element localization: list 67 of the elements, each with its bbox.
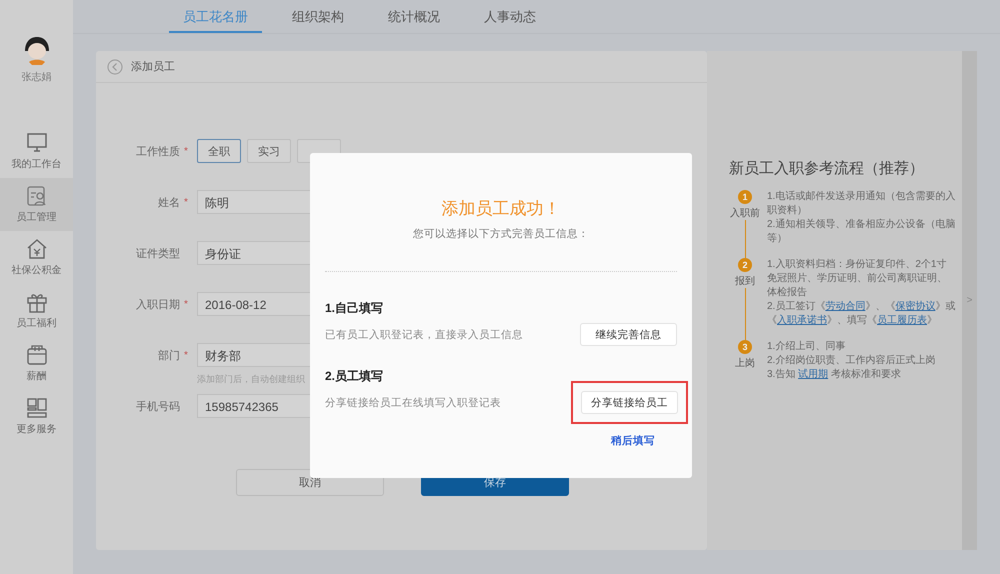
required-mark: * [184, 299, 188, 310]
sidebar-item[interactable]: 员工福利 [0, 284, 73, 337]
sidebar-item[interactable]: 员工管理 [0, 178, 73, 231]
field-label: 部门 [157, 348, 180, 364]
sidebar-label: 更多服务 [16, 423, 56, 436]
monitor-icon [26, 132, 48, 154]
option-description: 分享链接给员工在线填写入职登记表 [325, 396, 501, 410]
grid-icon [26, 397, 48, 419]
required-mark: * [184, 146, 188, 157]
step-text: 2.介绍岗位职责、工作内容后正式上岗 [767, 354, 936, 368]
tab[interactable]: 组织架构 [278, 0, 358, 33]
required-mark: * [184, 350, 188, 361]
option-button[interactable]: 实习 [247, 139, 291, 163]
option-title: 1.自己填写 [325, 300, 384, 317]
house-icon [26, 238, 48, 260]
step-number: 2 [738, 258, 752, 272]
sidebar-item[interactable]: 更多服务 [0, 390, 73, 443]
person-card-icon [26, 185, 48, 207]
step-text: 1.电话或邮件发送录用通知（包含需要的入职资料） [767, 190, 956, 218]
document-link[interactable]: 保密协议 [895, 301, 936, 312]
tab[interactable]: 统计概况 [374, 0, 454, 33]
guide-title: 新员工入职参考流程（推荐） [729, 159, 925, 178]
step-connector [744, 288, 746, 340]
sidebar-item[interactable]: 薪酬 [0, 337, 73, 390]
step-label: 报到 [735, 274, 755, 288]
required-mark: * [184, 197, 188, 208]
step-text: 2.通知相关领导、准备相应办公设备（电脑等） [767, 218, 956, 246]
field-label: 证件类型 [135, 247, 180, 262]
option-button[interactable]: 分享链接给员工 [581, 391, 678, 414]
sidebar-item[interactable]: 社保公积金 [0, 231, 73, 284]
sidebar-item[interactable]: 我的工作台 [0, 125, 73, 178]
sidebar-label: 员工管理 [16, 211, 56, 224]
tab[interactable]: 员工花名册 [169, 0, 262, 33]
document-link[interactable]: 劳动合同 [825, 301, 866, 312]
dialog-subtitle: 您可以选择以下方式完善员工信息： [412, 227, 590, 241]
user-name: 张志娟 [22, 70, 52, 84]
document-link[interactable]: 试用期 [798, 369, 828, 380]
document-link[interactable]: 入职承诺书 [777, 315, 827, 326]
step-text: 3.告知 试用期 考核标准和要求 [767, 368, 902, 382]
later-link[interactable]: 稍后填写 [611, 434, 655, 448]
step-text: 1.入职资料归档：身份证复印件、2个1寸免冠照片、学历证明、前公司离职证明、体检报告 [767, 258, 948, 300]
step-text: 1.介绍上司、同事 [767, 340, 846, 354]
document-link[interactable]: 员工履历表 [877, 315, 927, 326]
field-label: 手机号码 [135, 400, 180, 415]
back-icon[interactable] [107, 58, 123, 74]
wallet-icon [26, 344, 48, 366]
step-text: 2.员工签订《劳动合同》、《保密协议》或《入职承诺书》、填写《员工履历表》 [767, 300, 956, 328]
sidebar-label: 社保公积金 [12, 264, 62, 277]
sidebar-label: 我的工作台 [12, 158, 62, 171]
step-number: 1 [738, 190, 752, 204]
step-label: 上岗 [735, 356, 755, 370]
option-button[interactable]: 全职 [197, 139, 241, 163]
step-number: 3 [738, 340, 752, 354]
field-label: 入职日期 [135, 298, 180, 313]
dialog-title: 添加员工成功！ [440, 198, 562, 220]
step-connector [744, 220, 746, 258]
tab[interactable]: 人事动态 [470, 0, 550, 33]
step-label: 入职前 [730, 206, 760, 220]
gift-icon [26, 291, 48, 313]
page-title: 添加员工 [131, 60, 175, 74]
option-button[interactable]: 继续完善信息 [580, 323, 677, 346]
sidebar-label: 薪酬 [26, 370, 46, 383]
sidebar-label: 员工福利 [16, 316, 56, 330]
field-label: 姓名 [157, 196, 180, 211]
option-title: 2.员工填写 [325, 368, 384, 385]
option-description: 已有员工入职登记表，直接录入员工信息 [325, 328, 523, 342]
field-label: 工作性质 [135, 145, 180, 160]
